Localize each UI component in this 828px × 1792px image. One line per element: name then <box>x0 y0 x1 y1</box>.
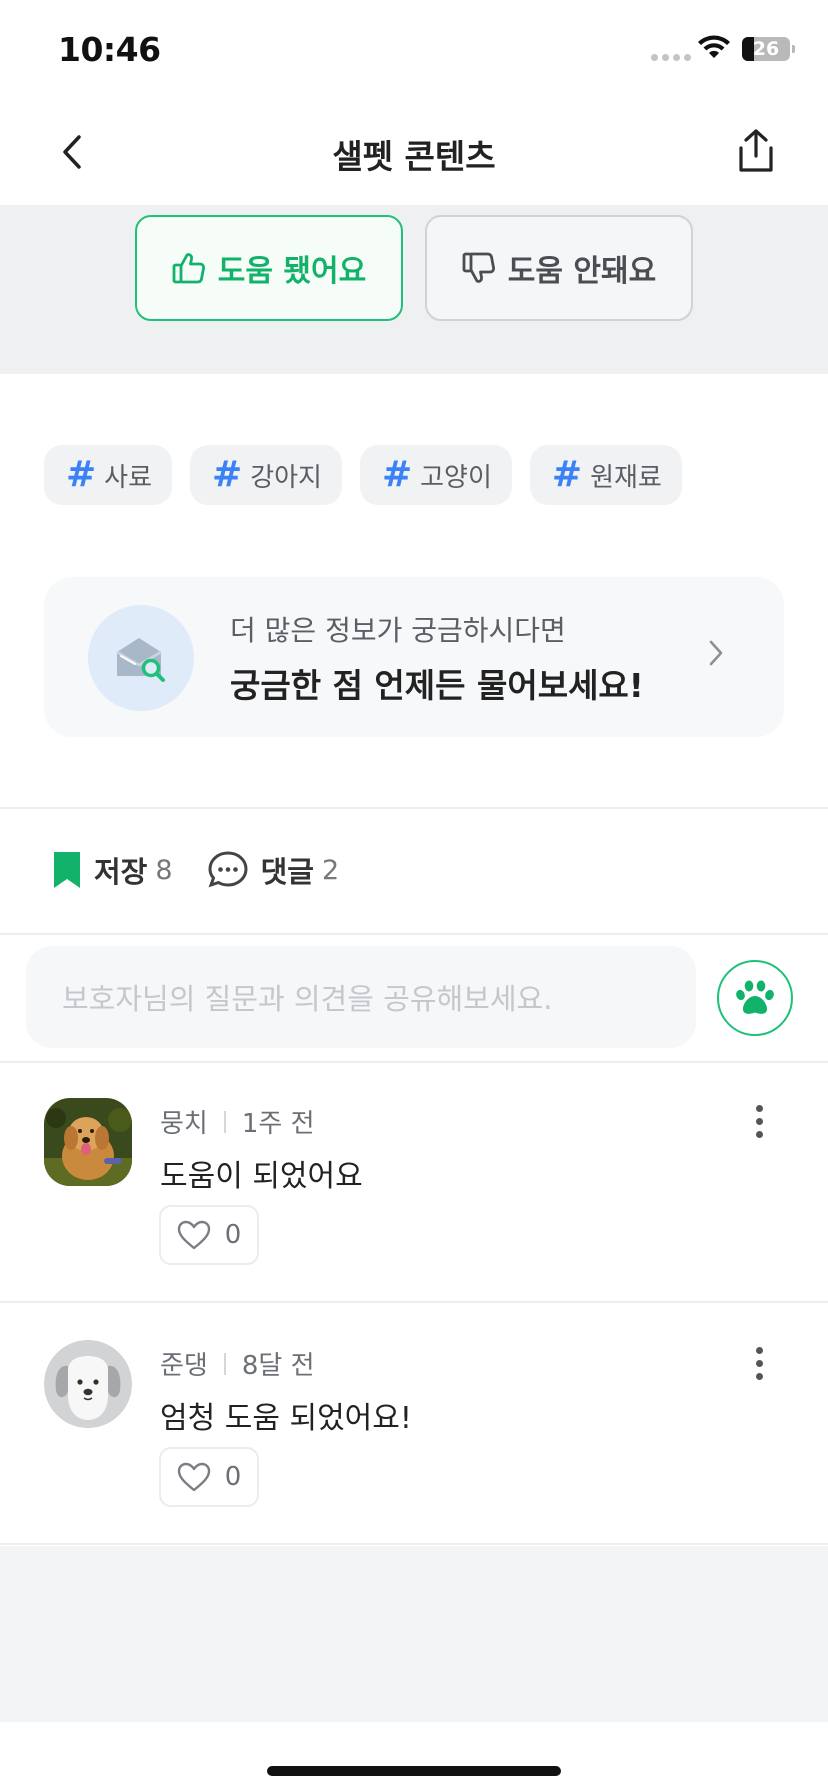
separator <box>223 1110 226 1133</box>
save-button[interactable]: 저장 8 <box>52 849 173 891</box>
chat-bubble-icon <box>208 851 248 888</box>
share-icon[interactable] <box>734 128 778 174</box>
comment-author[interactable]: 뭉치 <box>160 1103 208 1140</box>
ask-question-card[interactable]: 더 많은 정보가 궁금하시다면 궁금한 점 언제든 물어보세요! <box>44 577 784 737</box>
chevron-right-icon <box>709 640 723 666</box>
save-count: 8 <box>155 854 173 886</box>
hashtag-icon: # <box>212 454 243 495</box>
like-count: 0 <box>224 1462 242 1492</box>
hashtag-icon: # <box>66 454 97 495</box>
comment-time: 8달 전 <box>241 1351 315 1381</box>
page-title: 샐펫 콘텐츠 <box>332 137 496 176</box>
comment-meta: 준댕 8달 전 <box>160 1345 315 1382</box>
comment-button[interactable]: 댓글 2 <box>207 849 340 891</box>
comment-count: 2 <box>321 854 340 886</box>
tag-label: 고양이 <box>420 462 492 493</box>
divider <box>0 1301 828 1303</box>
battery-icon: 26 <box>742 37 790 61</box>
hashtag-icon: # <box>381 454 413 495</box>
tag-chip[interactable]: # 강아지 <box>190 445 342 505</box>
separator <box>223 1352 226 1375</box>
tag-label: 사료 <box>104 462 153 493</box>
mail-search-icon <box>88 605 194 711</box>
helpful-button[interactable]: 도움 됐어요 <box>135 215 403 321</box>
tag-label: 원재료 <box>590 462 662 493</box>
nav-bar: 샐펫 콘텐츠 <box>0 100 828 205</box>
more-options-icon[interactable] <box>756 1105 763 1138</box>
comment-meta: 뭉치 1주 전 <box>160 1103 315 1140</box>
tag-list: # 사료 # 강아지 # 고양이 # 원재료 <box>44 445 682 505</box>
status-time: 10:46 <box>58 30 161 69</box>
wifi-icon <box>698 35 730 58</box>
thumbs-up-icon <box>172 253 205 284</box>
tag-chip[interactable]: # 사료 <box>44 445 173 505</box>
paw-icon <box>736 980 774 1014</box>
comment-text: 엄청 도움 되었어요! <box>160 1401 412 1436</box>
home-indicator[interactable] <box>267 1766 561 1776</box>
submit-comment-button[interactable] <box>717 960 793 1036</box>
like-button[interactable]: 0 <box>159 1447 259 1507</box>
tag-chip[interactable]: # 원재료 <box>529 445 682 505</box>
avatar[interactable] <box>44 1340 132 1428</box>
cta-title: 궁금한 점 언제든 물어보세요! <box>230 666 644 705</box>
comment-author[interactable]: 준댕 <box>160 1345 208 1382</box>
bookmark-icon <box>54 852 80 888</box>
bottom-spacer <box>0 1546 828 1722</box>
like-button[interactable]: 0 <box>159 1205 259 1265</box>
divider <box>0 933 828 935</box>
like-count: 0 <box>224 1220 242 1250</box>
comment-input[interactable]: 보호자님의 질문과 의견을 공유해보세요. <box>26 946 696 1048</box>
heart-icon <box>177 1220 210 1250</box>
avatar[interactable] <box>44 1098 132 1186</box>
helpful-label: 도움 됐어요 <box>217 254 367 289</box>
cellular-signal-icon <box>651 54 691 61</box>
more-options-icon[interactable] <box>756 1347 763 1380</box>
comment-item: 뭉치 1주 전 도움이 되었어요 0 <box>0 1063 828 1303</box>
hashtag-icon: # <box>551 454 583 495</box>
content-actions: 저장 8 댓글 2 <box>52 845 373 895</box>
tag-label: 강아지 <box>250 462 322 493</box>
not-helpful-button[interactable]: 도움 안돼요 <box>425 215 693 321</box>
comment-time: 1주 전 <box>241 1109 315 1139</box>
not-helpful-label: 도움 안돼요 <box>507 254 657 289</box>
comment-item: 준댕 8달 전 엄청 도움 되었어요! 0 <box>0 1305 828 1545</box>
divider <box>0 807 828 809</box>
thumbs-down-icon <box>462 252 495 283</box>
cta-subtitle: 더 많은 정보가 궁금하시다면 <box>230 614 566 647</box>
heart-icon <box>177 1462 210 1492</box>
battery-level: 26 <box>752 38 780 60</box>
comment-label: 댓글 <box>260 855 314 889</box>
divider <box>0 1543 828 1545</box>
tag-chip[interactable]: # 고양이 <box>359 445 512 505</box>
save-label: 저장 <box>94 855 148 889</box>
status-bar: 10:46 26 <box>0 0 828 100</box>
comment-text: 도움이 되었어요 <box>160 1159 363 1194</box>
feedback-section: 도움 됐어요 도움 안돼요 <box>0 205 828 374</box>
